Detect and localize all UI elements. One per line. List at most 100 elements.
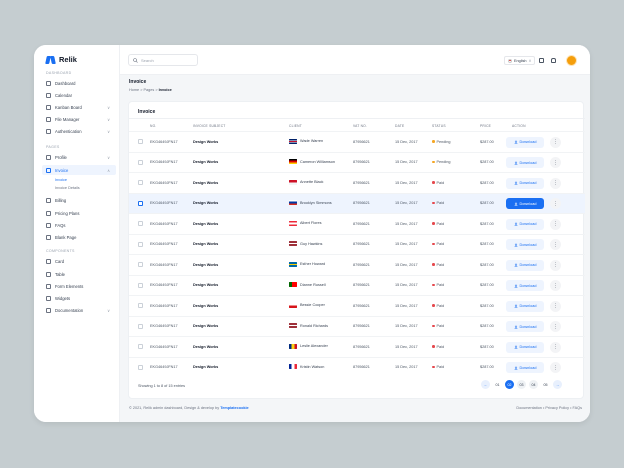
download-button[interactable]: Download [506,259,544,271]
row-checkbox[interactable] [138,241,143,247]
status-badge: Pending [432,140,450,144]
table-row[interactable]: EKG4649JFN17 Design Works Dianne Russell 87… [129,274,585,296]
client-cell: Annette Black [289,179,323,185]
sidebar-item-profile[interactable]: Profile ∨ [42,152,116,162]
more-options-button[interactable]: ⋮ [550,300,561,312]
sidebar-item-blank-page[interactable]: Blank Page [42,232,116,242]
sidebar-item-billing[interactable]: Billing [42,195,116,205]
apps-icon[interactable] [539,58,544,63]
client-cell: Ronald Richards [289,323,328,328]
sidebar-item-table[interactable]: Table [42,269,116,279]
download-button[interactable]: Download [506,136,544,148]
more-options-button[interactable]: ⋮ [550,280,561,291]
download-button[interactable]: Download [506,362,544,373]
row-checkbox[interactable] [138,159,143,165]
row-checkbox[interactable] [138,200,143,206]
client-cell: Bessie Cooper [289,302,325,308]
download-button[interactable]: Download [506,239,544,250]
row-checkbox[interactable] [138,180,143,185]
more-options-button[interactable]: ⋮ [550,177,561,189]
page-button-05[interactable]: 05 [541,380,550,389]
invoice-subject: Design Works [193,201,219,205]
row-checkbox[interactable] [138,221,143,226]
sidebar-item-kanban[interactable]: Kanban Board ∨ [42,102,116,112]
table-row[interactable]: EKG4649JFN17 Design Works Bessie Cooper 879… [129,295,585,316]
sidebar-sub-invoice[interactable]: Invoice [55,178,67,182]
more-options-button[interactable]: ⋮ [550,218,561,230]
sidebar-item-calendar[interactable]: Calendar [42,90,116,100]
table-row[interactable]: EKG4649JFN17 Design Works Esther Howard 879… [129,254,585,275]
row-checkbox[interactable] [138,262,143,267]
table-row[interactable]: EKG4649JFN17 Design Works Albert Flores 879… [129,213,585,234]
breadcrumb-pages[interactable]: Pages [143,88,154,92]
sidebar-item-card[interactable]: Card [42,256,116,266]
invoice-number: EKG4649JFN17 [150,221,178,226]
client-name: Dianne Russell [300,282,326,287]
page-button-01[interactable]: 01 [493,380,502,389]
footer-link-faqs[interactable]: FAQs [573,406,583,410]
status-dot-icon [432,160,435,164]
language-select[interactable]: English ∨ [504,56,536,65]
sidebar-item-documentation[interactable]: Documentation ∨ [42,305,116,315]
more-options-button[interactable]: ⋮ [550,136,561,148]
breadcrumb-home[interactable]: Home [129,88,139,92]
row-checkbox[interactable] [138,344,143,349]
vat-number: 87956621 [353,365,370,369]
page-button-02[interactable]: 02 [505,380,514,389]
more-options-button[interactable]: ⋮ [550,321,561,332]
sidebar-item-pricing[interactable]: Pricing Plans [42,208,116,218]
bell-icon[interactable] [551,58,556,63]
chevron-down-icon: ∨ [107,104,110,110]
sidebar-item-faqs[interactable]: FAQs [42,220,116,230]
page-button-03[interactable]: 03 [517,380,526,389]
table-row[interactable]: EKG4649JFN17 Design Works Cameron Williams… [129,151,585,173]
table-row[interactable]: EKG4649JFN17 Design Works Leslie Alexander… [129,336,585,357]
sidebar-item-widgets[interactable]: Widgets [42,293,116,303]
table-row[interactable]: EKG4649JFN17 Design Works Guy Hawkins 87956… [129,233,585,255]
download-button[interactable]: Download [506,157,544,168]
footer-link-privacy[interactable]: Privacy Policy [545,406,569,410]
row-checkbox[interactable] [138,282,143,288]
sidebar-item-invoice[interactable]: Invoice ∧ [42,165,116,175]
sidebar-item-dashboard[interactable]: Dashboard [42,78,116,88]
country-flag-icon [289,302,297,308]
avatar[interactable] [566,55,577,66]
more-options-button[interactable]: ⋮ [550,157,561,168]
invoice-subject: Design Works [193,324,219,328]
page-button-04[interactable]: 04 [529,380,538,389]
table-row[interactable]: EKG4649JFN17 Design Works Ronald Richards 8… [129,315,585,337]
more-options-button[interactable]: ⋮ [550,362,561,373]
row-checkbox[interactable] [138,303,143,308]
download-button[interactable]: Download [506,300,544,312]
prev-page-button[interactable]: ← [481,380,490,389]
invoice-price: $287.00 [480,303,494,308]
more-options-button[interactable]: ⋮ [550,259,561,271]
download-button[interactable]: Download [506,341,544,353]
footer-link-documentation[interactable]: Documentation [516,406,542,410]
sidebar-item-form-elements[interactable]: Form Elements [42,281,116,291]
card-icon [46,197,51,203]
table-row[interactable]: EKG4649JFN17 Design Works Kristin Watson 87… [129,356,585,378]
sidebar-sub-invoice-details[interactable]: Invoice Details [55,186,80,190]
download-button[interactable]: Download [506,280,544,291]
invoice-date: 15 Dec, 2017 [395,201,418,205]
sidebar-item-authentication[interactable]: Authentication ∨ [42,126,116,136]
download-button[interactable]: Download [506,218,544,230]
more-options-button[interactable]: ⋮ [550,239,561,250]
download-button[interactable]: Download [506,198,544,209]
table-row[interactable]: EKG4649JFN17 Design Works Annette Black 879… [129,172,585,193]
table-row[interactable]: EKG4649JFN17 Design Works Brooklyn Simmons… [129,192,585,213]
table-row[interactable]: EKG4649JFN17 Design Works Wade Warren 87956… [129,131,585,152]
next-page-button[interactable]: → [553,380,562,389]
more-options-button[interactable]: ⋮ [550,341,561,353]
footer-author-link[interactable]: Templatecookie [220,406,248,410]
row-checkbox[interactable] [138,364,143,370]
logo[interactable]: Relik [46,55,77,64]
download-button[interactable]: Download [506,177,544,189]
download-button[interactable]: Download [506,321,544,332]
row-checkbox[interactable] [138,139,143,144]
more-options-button[interactable]: ⋮ [550,198,561,209]
row-checkbox[interactable] [138,323,143,329]
sidebar-item-file-manager[interactable]: File Manager ∨ [42,114,116,124]
search-input[interactable]: Search [128,54,198,66]
